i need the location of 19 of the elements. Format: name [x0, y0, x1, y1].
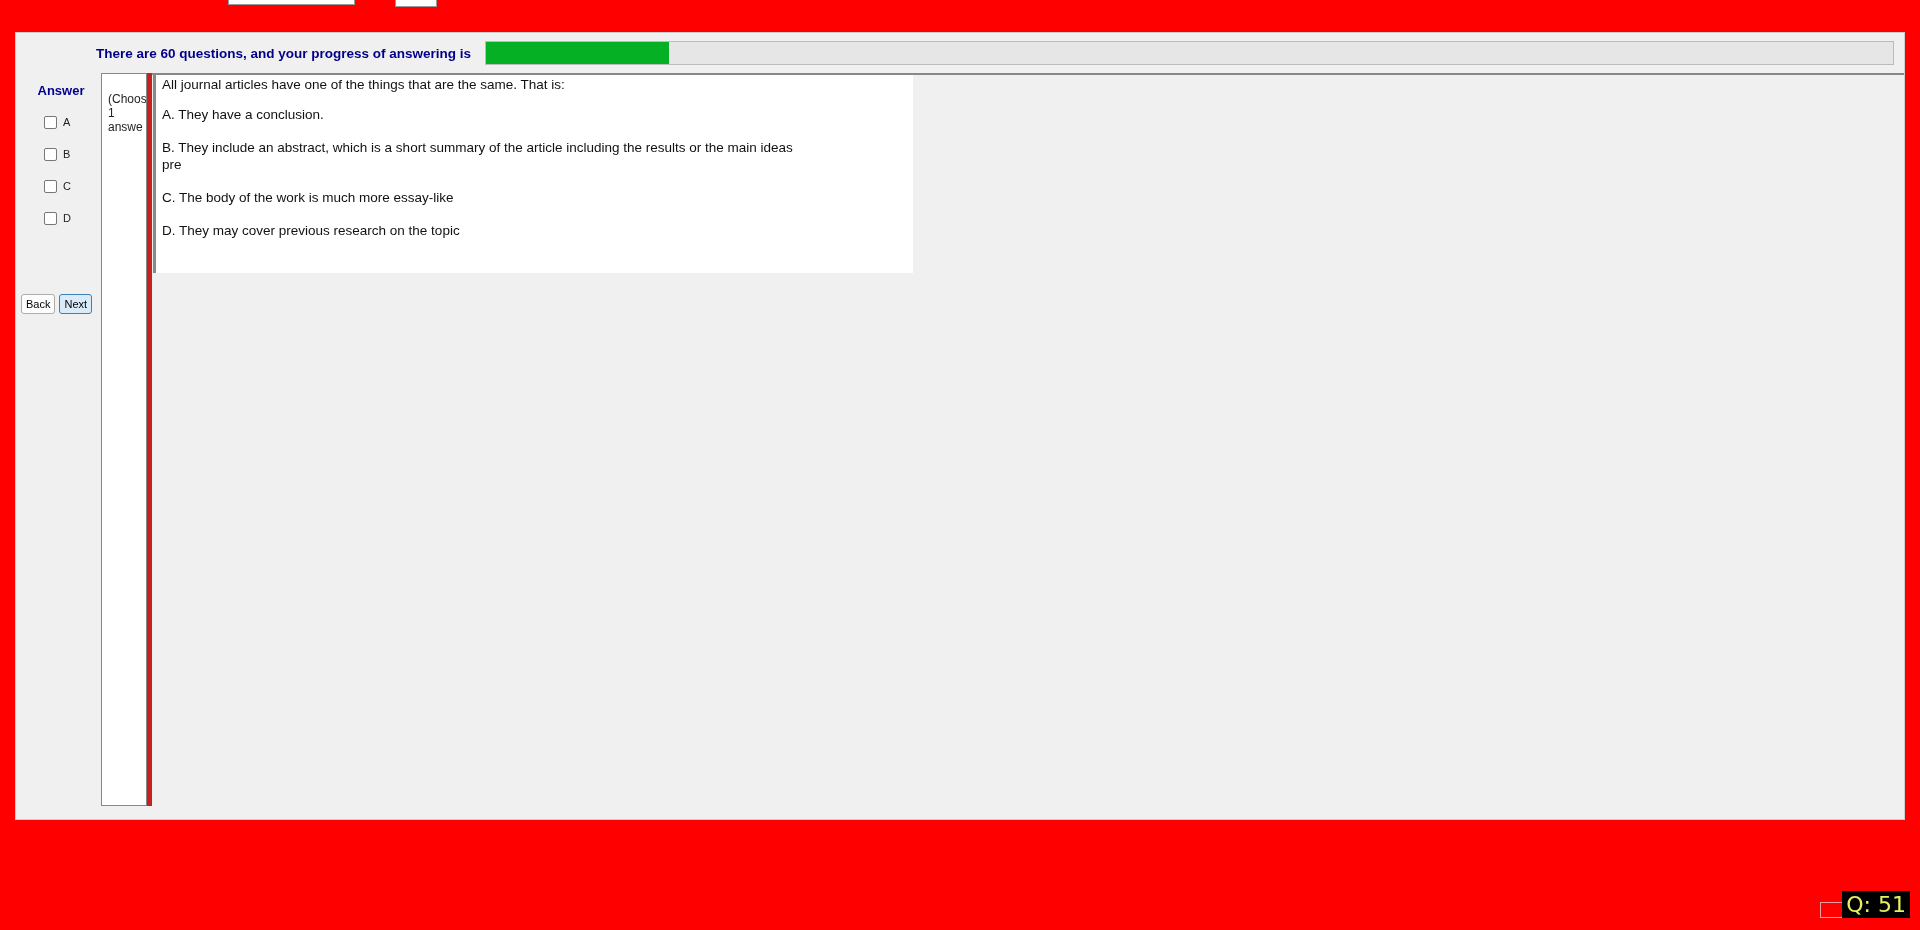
option-label[interactable]: B	[63, 148, 71, 160]
checkbox[interactable]	[44, 115, 57, 129]
checkbox[interactable]	[44, 147, 57, 161]
question-counter: Q: 51	[1842, 891, 1910, 918]
answer-title: Answer	[37, 83, 85, 98]
choice-text: B. They include an abstract, which is a short summary of the article including the results or the main ideas pre	[162, 139, 794, 173]
choice-text: D. They may cover previous research on the topic	[162, 222, 461, 239]
instruction-text: (Choos 1 answe	[108, 92, 146, 134]
question-text: All journal articles have one of the things that are the same. That is:	[162, 77, 566, 92]
option-label[interactable]: A	[63, 116, 71, 128]
checkbox[interactable]	[44, 211, 57, 225]
progress-label: There are 60 questions, and your progress of answering is	[96, 45, 472, 61]
choice-text: A. They have a conclusion.	[162, 106, 325, 123]
option-label[interactable]: D	[63, 212, 71, 224]
option-label[interactable]: C	[63, 180, 71, 192]
next-button[interactable]: Next	[59, 294, 93, 314]
choice-text: C. The body of the work is much more essay-like	[162, 189, 455, 206]
checkbox[interactable]	[44, 179, 57, 193]
back-button[interactable]: Back	[21, 294, 56, 314]
